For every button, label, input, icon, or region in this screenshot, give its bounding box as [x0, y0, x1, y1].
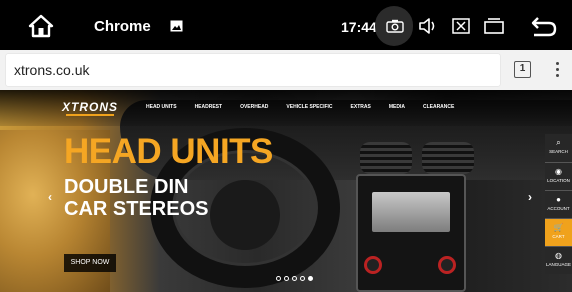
- nav-item-vehicle-specific[interactable]: VEHICLE SPECIFIC: [286, 104, 332, 110]
- carousel-indicator: [276, 276, 313, 281]
- hero-subtitle-line1: DOUBLE DIN: [64, 176, 189, 198]
- browser-toolbar: xtrons.co.uk 1: [0, 50, 572, 90]
- nav-item-media[interactable]: MEDIA: [389, 104, 405, 110]
- account-icon: ●: [556, 195, 561, 204]
- side-location-button[interactable]: ◉ LOCATION: [545, 162, 572, 190]
- hero-image-vent: [360, 142, 412, 174]
- nav-item-clearance[interactable]: CLEARANCE: [423, 104, 454, 110]
- nav-item-head-units[interactable]: HEAD UNITS: [146, 104, 177, 110]
- carousel-dot[interactable]: [300, 276, 305, 281]
- carousel-dot[interactable]: [276, 276, 281, 281]
- hero-title: HEAD UNITS: [64, 132, 273, 171]
- side-language-button[interactable]: ◍ LANGUAGE: [545, 246, 572, 274]
- logo-underline: [66, 114, 114, 116]
- home-icon[interactable]: [28, 14, 54, 38]
- screenshot-button[interactable]: [375, 6, 413, 46]
- carousel-dot[interactable]: [308, 276, 313, 281]
- volume-icon[interactable]: [418, 17, 440, 35]
- hero-subtitle-line2: CAR STEREOS: [64, 198, 209, 220]
- system-bar: Chrome 17:44: [0, 0, 572, 50]
- carousel-dot[interactable]: [292, 276, 297, 281]
- location-icon: ◉: [555, 167, 562, 176]
- site-navigation: XTRONS HEAD UNITS HEADREST OVERHEAD VEHI…: [0, 90, 572, 126]
- overflow-menu-icon[interactable]: [554, 60, 560, 80]
- hero-image-wheel-hub: [210, 180, 280, 250]
- nav-item-headrest[interactable]: HEADREST: [195, 104, 223, 110]
- side-quick-panel: ⌕ SEARCH ◉ LOCATION ● ACCOUNT 🛒 CART ◍ L…: [545, 134, 572, 274]
- web-page: XTRONS HEAD UNITS HEADREST OVERHEAD VEHI…: [0, 90, 572, 292]
- close-window-icon[interactable]: [452, 18, 470, 34]
- nav-item-extras[interactable]: EXTRAS: [351, 104, 371, 110]
- side-search-button[interactable]: ⌕ SEARCH: [545, 134, 572, 162]
- side-cart-button[interactable]: 🛒 CART: [545, 218, 572, 246]
- globe-icon: ◍: [555, 251, 562, 260]
- site-logo[interactable]: XTRONS: [62, 100, 118, 114]
- site-nav-menu: HEAD UNITS HEADREST OVERHEAD VEHICLE SPE…: [146, 104, 472, 110]
- nav-item-overhead[interactable]: OVERHEAD: [240, 104, 268, 110]
- recent-apps-icon[interactable]: [484, 18, 504, 34]
- gallery-icon: [170, 20, 183, 32]
- address-bar[interactable]: xtrons.co.uk: [6, 54, 500, 86]
- back-icon[interactable]: [530, 15, 558, 37]
- app-name: Chrome: [94, 18, 151, 35]
- hero-image-stereo: [356, 174, 466, 292]
- carousel-dot[interactable]: [284, 276, 289, 281]
- clock: 17:44: [341, 19, 377, 35]
- carousel-prev-arrow-icon[interactable]: ‹: [48, 190, 52, 204]
- cart-icon: 🛒: [553, 223, 564, 232]
- hero-image-vent: [422, 142, 474, 174]
- screenshot-camera-icon: [386, 19, 404, 33]
- search-icon: ⌕: [556, 138, 561, 147]
- hero-subtitle: DOUBLE DIN CAR STEREOS: [64, 176, 208, 220]
- shop-now-button[interactable]: SHOP NOW: [64, 254, 116, 272]
- url-text: xtrons.co.uk: [14, 62, 90, 78]
- carousel-next-arrow-icon[interactable]: ›: [528, 190, 532, 204]
- side-account-button[interactable]: ● ACCOUNT: [545, 190, 572, 218]
- tab-switcher-button[interactable]: 1: [514, 61, 531, 78]
